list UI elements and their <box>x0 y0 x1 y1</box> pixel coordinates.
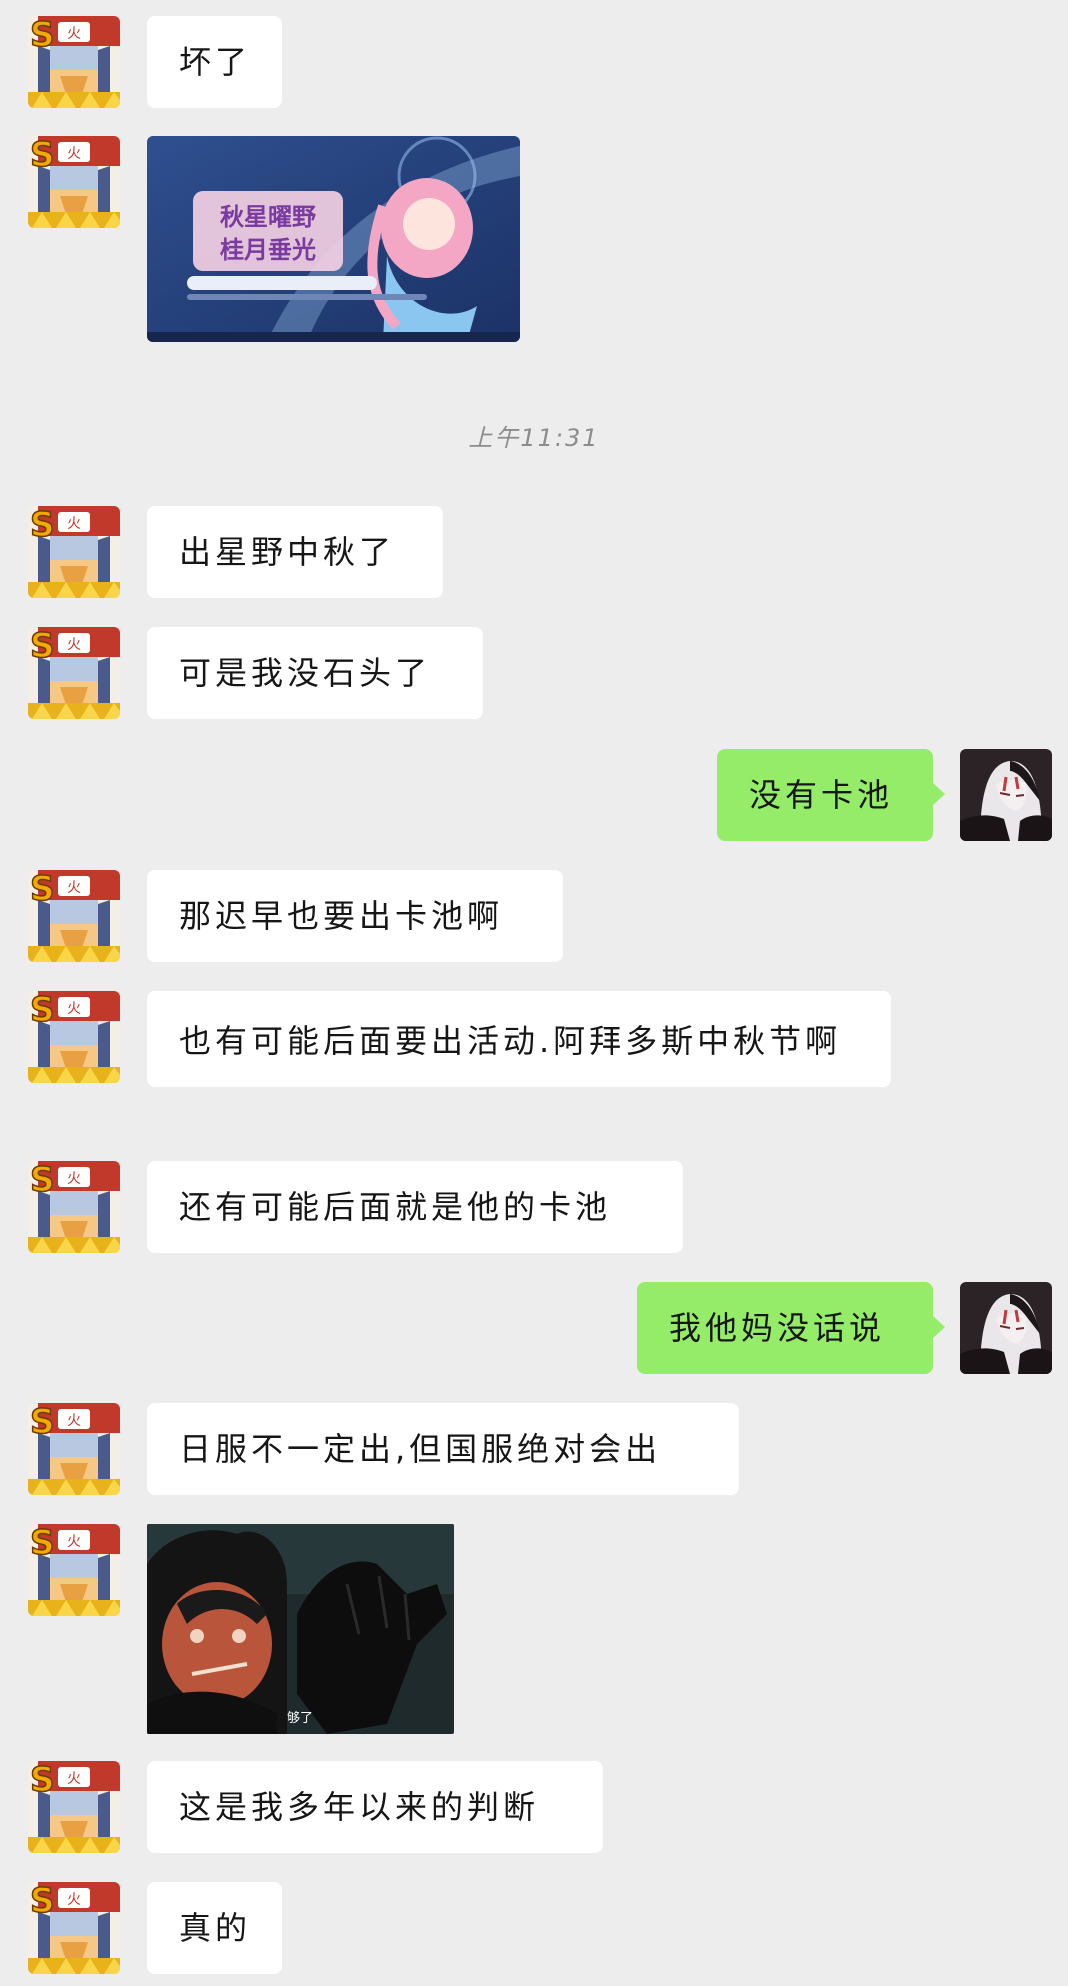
message-bubble[interactable]: 还有可能后面就是他的卡池 <box>147 1161 683 1253</box>
message-bubble[interactable]: 也有可能后面要出活动.阿拜多斯中秋节啊 <box>147 991 891 1087</box>
avatar[interactable] <box>28 1161 120 1253</box>
message-bubble[interactable]: 出星野中秋了 <box>147 506 443 598</box>
message-bubble[interactable]: 日服不一定出,但国服绝对会出 <box>147 1403 739 1495</box>
image-message[interactable]: 够了 <box>147 1524 454 1734</box>
image-message[interactable]: 秋星曜野 桂月垂光 <box>147 136 520 342</box>
banner-title-line1: 秋星曜野 <box>220 203 316 231</box>
avatar[interactable] <box>28 1524 120 1616</box>
message-bubble[interactable]: 坏了 <box>147 16 282 108</box>
image-caption: 够了 <box>287 1711 313 1726</box>
message-bubble[interactable]: 我他妈没话说 <box>637 1282 945 1374</box>
banner-title-line2: 桂月垂光 <box>220 236 316 264</box>
chat-view: 坏了 秋星曜野 桂月垂光 上午11:31 出星野中秋了 可是我没石头了 没有卡池… <box>0 0 1068 1986</box>
avatar[interactable] <box>28 627 120 719</box>
avatar[interactable] <box>28 870 120 962</box>
avatar[interactable] <box>28 136 120 228</box>
avatar[interactable] <box>28 991 120 1083</box>
avatar[interactable] <box>28 1403 120 1495</box>
avatar[interactable] <box>28 1882 120 1974</box>
avatar[interactable] <box>960 1282 1052 1374</box>
message-bubble[interactable]: 没有卡池 <box>717 749 945 841</box>
avatar[interactable] <box>28 1761 120 1853</box>
message-bubble[interactable]: 可是我没石头了 <box>147 627 483 719</box>
avatar[interactable] <box>28 506 120 598</box>
message-bubble[interactable]: 那迟早也要出卡池啊 <box>147 870 563 962</box>
avatar[interactable] <box>28 16 120 108</box>
timestamp: 上午11:31 <box>468 424 600 452</box>
message-bubble[interactable]: 这是我多年以来的判断 <box>147 1761 603 1853</box>
avatar[interactable] <box>960 749 1052 841</box>
message-bubble[interactable]: 真的 <box>147 1882 282 1974</box>
